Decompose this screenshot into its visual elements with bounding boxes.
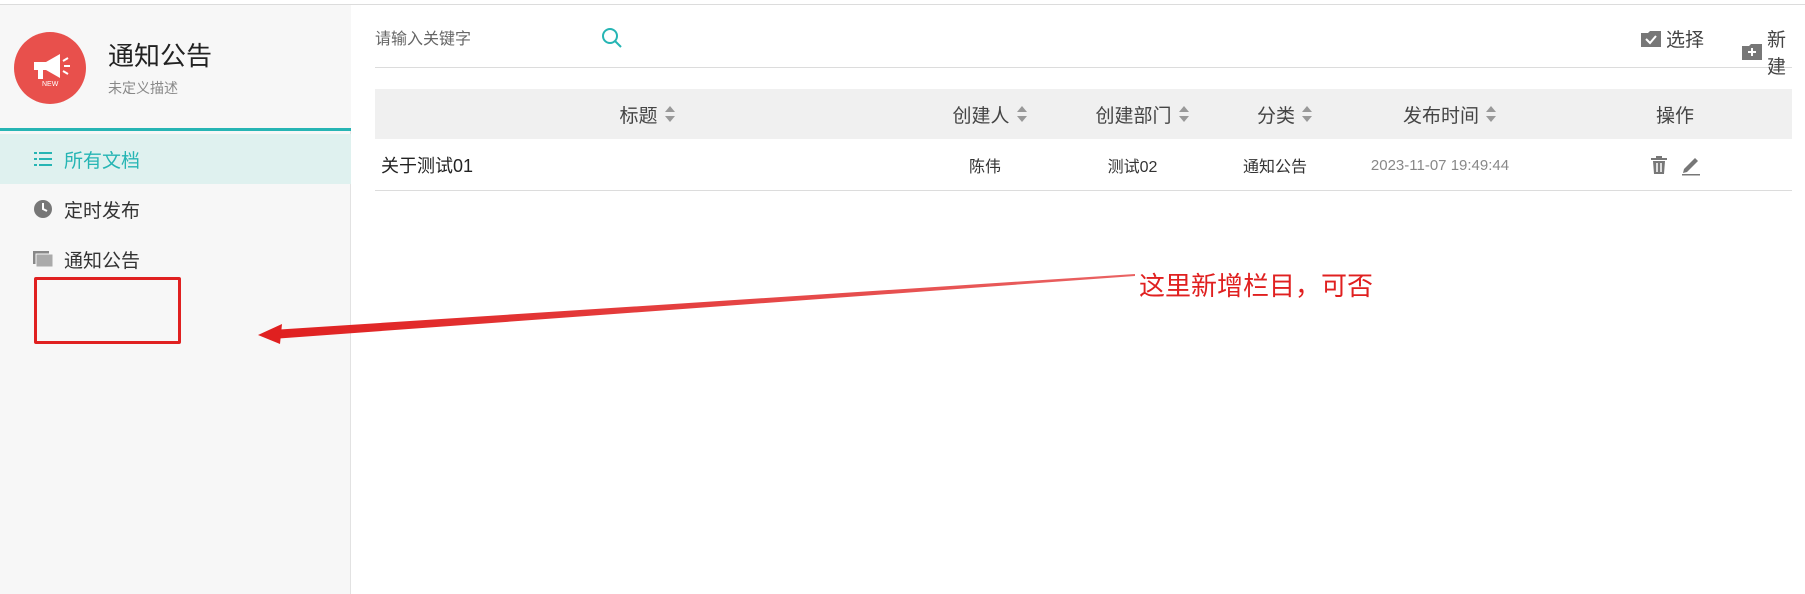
cell-title[interactable]: 关于测试01 — [375, 139, 920, 191]
column-actions: 操作 — [1655, 105, 1694, 127]
sidebar-item-all-documents[interactable]: 所有文档 — [0, 134, 351, 184]
column-department[interactable]: 创建部门 — [1060, 89, 1225, 139]
search-input[interactable] — [375, 25, 585, 55]
top-border — [0, 0, 1805, 5]
megaphone-logo-icon: NEW — [14, 32, 86, 104]
app-header: NEW 通知公告 未定义描述 — [0, 5, 351, 131]
toolbar: 选择 新建 — [375, 5, 1792, 78]
sidebar-item-scheduled[interactable]: 定时发布 — [0, 184, 351, 234]
sort-icon — [1178, 106, 1189, 122]
sidebar-item-label: 定时发布 — [64, 200, 141, 222]
cell-published-time: 2023-11-07 19:49:44 — [1370, 156, 1510, 174]
column-creator[interactable]: 创建人 — [920, 89, 1060, 139]
new-button[interactable]: 新建 — [1741, 25, 1792, 79]
edit-icon[interactable] — [1680, 154, 1702, 176]
app-title: 通知公告 — [108, 41, 213, 71]
table-row[interactable]: 关于测试01 陈伟 测试02 通知公告 2023-11-07 19:49:44 — [375, 139, 1792, 191]
cell-actions — [1605, 139, 1745, 191]
sort-icon — [1486, 106, 1496, 122]
documents-table: 标题 创建人 创建部门 分类 发布时间 操作 关于测试01 陈伟 测试02 通知… — [375, 89, 1792, 191]
cell-department: 测试02 — [1107, 159, 1158, 176]
sort-icon — [1302, 106, 1312, 122]
sidebar-item-label: 通知公告 — [64, 250, 141, 272]
new-label: 新建 — [1767, 30, 1787, 78]
folder-plus-icon — [1741, 41, 1763, 63]
sidebar-nav: 所有文档 定时发布 通知公告 — [0, 134, 351, 284]
sidebar-item-label: 所有文档 — [64, 150, 141, 172]
column-published-time[interactable]: 发布时间 — [1345, 89, 1555, 139]
folder-icon — [32, 248, 54, 270]
delete-icon[interactable] — [1648, 154, 1670, 176]
app-description: 未定义描述 — [108, 80, 178, 96]
table-header: 标题 创建人 创建部门 分类 发布时间 操作 — [375, 89, 1792, 139]
search-icon[interactable] — [599, 25, 625, 51]
list-icon — [32, 148, 54, 170]
main-content: 选择 新建 标题 创建人 创建部门 — [352, 5, 1805, 594]
select-label: 选择 — [1666, 30, 1705, 51]
annotation-highlight-box — [34, 277, 181, 344]
svg-text:NEW: NEW — [42, 81, 59, 88]
cell-creator: 陈伟 — [968, 159, 1001, 176]
sort-icon — [664, 106, 675, 122]
cell-category: 通知公告 — [1242, 159, 1307, 176]
clock-icon — [32, 198, 54, 220]
column-category[interactable]: 分类 — [1225, 89, 1345, 139]
checkbox-icon — [1640, 28, 1662, 50]
select-button[interactable]: 选择 — [1640, 25, 1704, 52]
annotation-text: 这里新增栏目，可否 — [1139, 271, 1374, 301]
column-title[interactable]: 标题 — [375, 89, 920, 139]
sort-icon — [1016, 106, 1027, 122]
